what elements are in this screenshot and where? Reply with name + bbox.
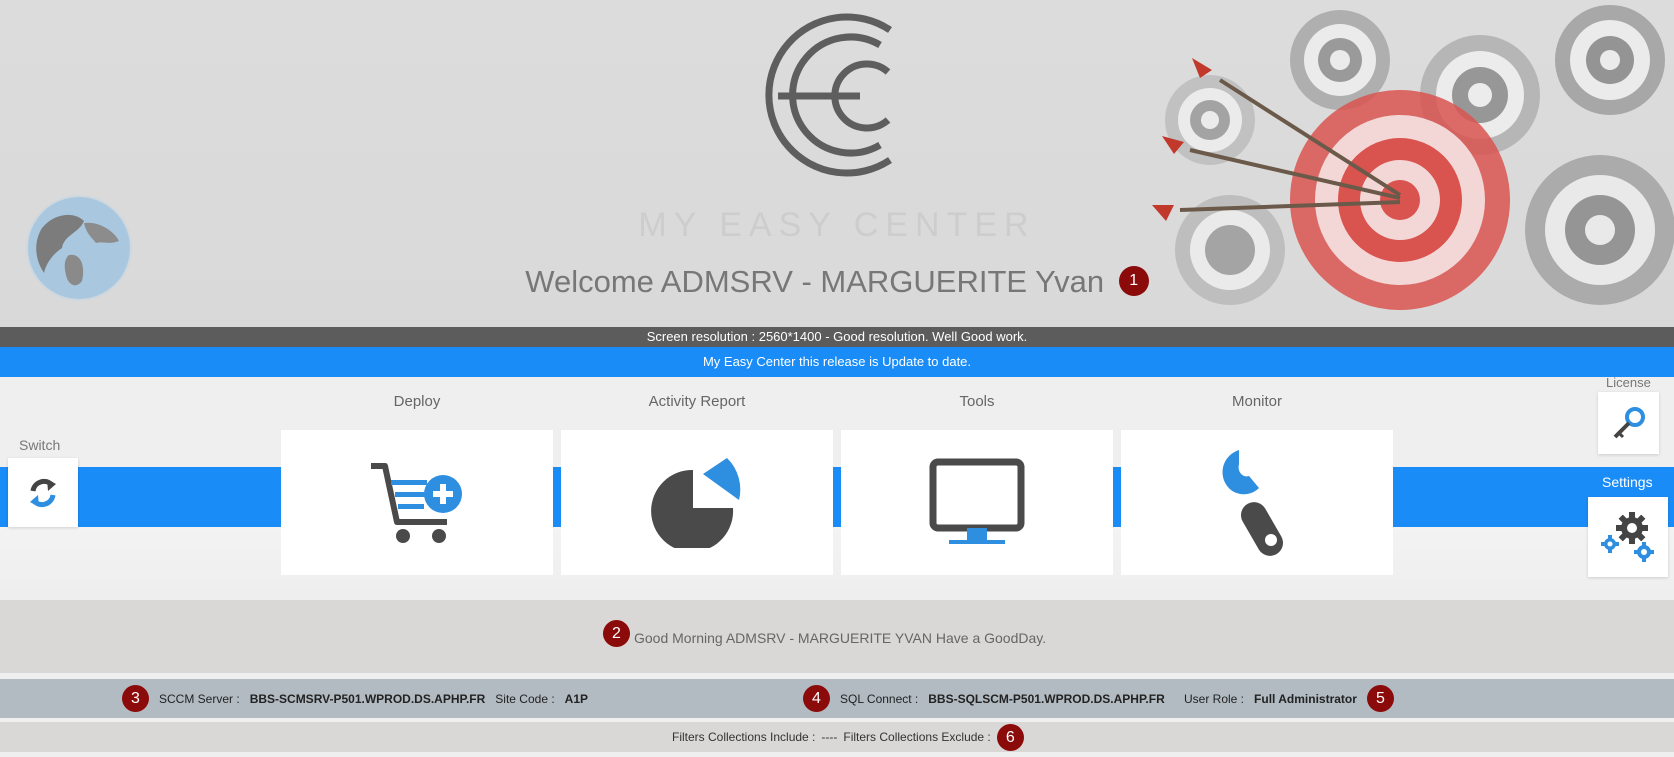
user-role-label: User Role : [1184,691,1245,706]
greeting-bar: 2 Good Morning ADMSRV - MARGUERITE YVAN … [0,600,1674,673]
filters-exclude-label: Filters Collections Exclude : [843,730,991,744]
site-code-value: A1P [564,691,589,706]
switch-arrows-icon [30,478,56,507]
greeting-text: Good Morning ADMSRV - MARGUERITE YVAN Ha… [634,629,1047,646]
settings-label: Settings [1602,474,1653,490]
ecc-logo-icon [765,13,892,177]
step-badge-3: 3 [122,685,149,712]
key-icon [1613,407,1645,439]
gears-icon [1601,512,1654,562]
cart-add-icon [371,462,462,543]
step-badge-4: 4 [803,685,830,712]
welcome-message: Welcome ADMSRV - MARGUERITE Yvan 1 [0,264,1674,300]
tile-label-activity-report: Activity Report [648,393,746,410]
filters-bar: Filters Collections Include : ---- Filte… [0,722,1674,752]
tile-activity-report[interactable] [561,430,833,575]
license-label: License [1606,375,1651,390]
brand-title: MY EASY CENTER [638,206,1036,244]
sccm-info: 3 SCCM Server : BBS-SCMSRV-P501.WPROD.DS… [122,679,588,718]
server-info-bar: 3 SCCM Server : BBS-SCMSRV-P501.WPROD.DS… [0,679,1674,718]
step-badge-5: 5 [1366,685,1394,712]
user-role-info: User Role : Full Administrator 5 [1184,679,1394,718]
tile-band-shadow [0,527,1674,599]
welcome-text: Welcome ADMSRV - MARGUERITE Yvan [525,264,1105,299]
sql-info: 4 SQL Connect : BBS-SQLSCM-P501.WPROD.DS… [803,679,1165,718]
sql-value: BBS-SQLSCM-P501.WPROD.DS.APHP.FR [928,691,1165,706]
pie-chart-icon [651,457,741,548]
switch-button[interactable] [8,458,78,527]
tile-label-deploy: Deploy [393,393,441,410]
tile-label-monitor: Monitor [1231,393,1283,410]
step-badge-6: 6 [996,723,1024,751]
sccm-label: SCCM Server : [159,691,240,706]
tile-band [0,467,1674,527]
filters-include-label: Filters Collections Include : [672,730,816,744]
tile-tools[interactable] [841,430,1113,575]
step-badge-2: 2 [603,620,630,647]
hero-banner: MY EASY CENTER Welcome ADMSRV - MARGUERI… [0,0,1674,327]
tile-deploy[interactable] [281,430,553,575]
sccm-value: BBS-SCMSRV-P501.WPROD.DS.APHP.FR [249,691,486,706]
switch-label: Switch [19,437,61,453]
filters-include-value: ---- [821,730,838,744]
tile-label-tools: Tools [959,393,995,410]
update-status-bar: My Easy Center this release is Update to… [0,347,1674,377]
settings-button[interactable] [1588,497,1668,577]
resolution-bar: Screen resolution : 2560*1400 - Good res… [0,327,1674,347]
user-role-value: Full Administrator [1254,691,1357,706]
wrench-icon [1222,449,1283,556]
monitor-icon [929,458,1025,544]
license-button[interactable] [1598,392,1659,454]
sql-label: SQL Connect : [840,691,919,706]
step-badge-1: 1 [1118,265,1149,296]
site-code-label: Site Code : [495,691,555,706]
tile-monitor[interactable] [1121,430,1393,575]
